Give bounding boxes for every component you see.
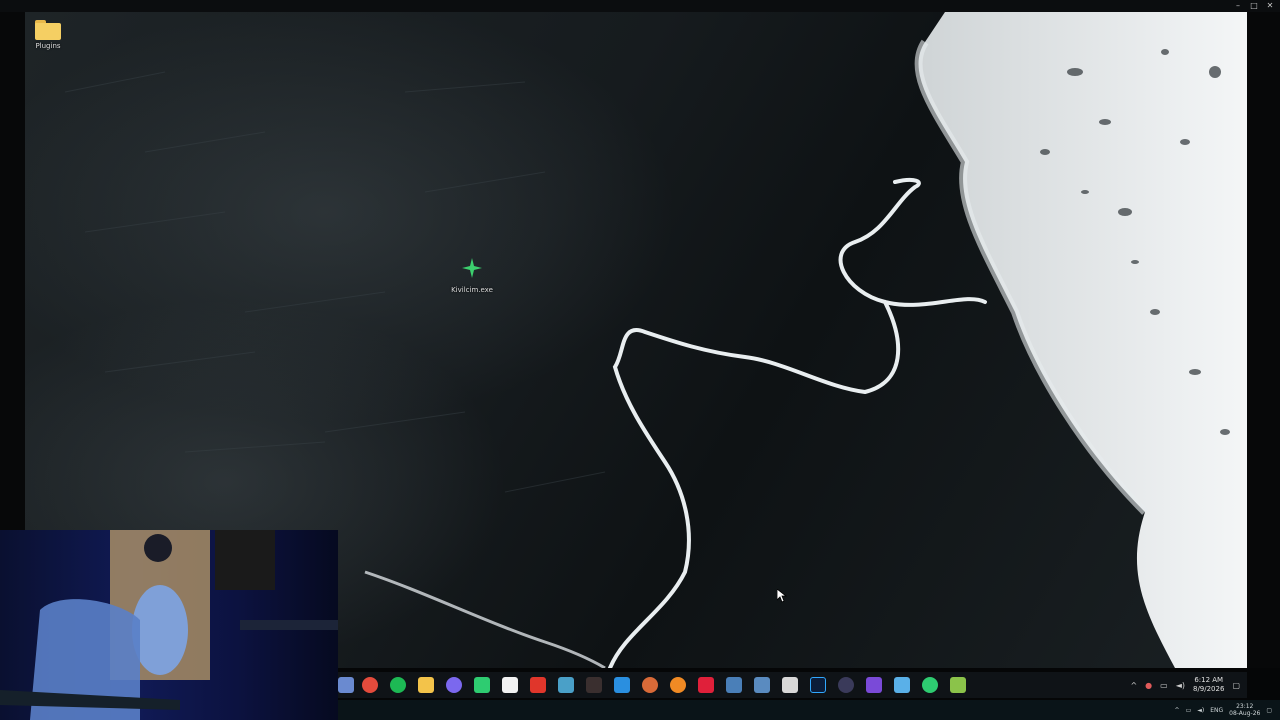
desktop-icon-label: Plugins bbox=[35, 42, 61, 50]
maximize-icon[interactable]: □ bbox=[1250, 0, 1258, 12]
sparkle-app-icon[interactable] bbox=[642, 677, 658, 693]
outer-titlebar: – □ ✕ bbox=[0, 0, 1280, 12]
game-icon[interactable] bbox=[558, 677, 574, 693]
host-system-tray: ^ ▭ ◄) ENG 23:12 08-Aug-26 ▢ bbox=[1175, 700, 1272, 720]
taskbar bbox=[338, 672, 1247, 698]
mouse-cursor-icon bbox=[777, 589, 787, 603]
volume-icon[interactable]: ◄) bbox=[1176, 681, 1185, 690]
chrome-icon[interactable] bbox=[362, 677, 378, 693]
close-icon[interactable]: ✕ bbox=[1266, 0, 1274, 12]
notification-icon[interactable]: ▢ bbox=[1266, 707, 1272, 714]
cloud-icon[interactable] bbox=[894, 677, 910, 693]
red-app-icon[interactable] bbox=[530, 677, 546, 693]
window-controls: – □ ✕ bbox=[1234, 0, 1274, 12]
blue-app-icon[interactable] bbox=[726, 677, 742, 693]
red-square-icon[interactable] bbox=[698, 677, 714, 693]
discord-icon[interactable] bbox=[446, 677, 462, 693]
network-icon[interactable]: ▭ bbox=[1186, 707, 1192, 714]
vpn-icon[interactable] bbox=[866, 677, 882, 693]
app-icon[interactable] bbox=[586, 677, 602, 693]
notion-icon[interactable] bbox=[502, 677, 518, 693]
folder-icon bbox=[35, 20, 61, 40]
file-explorer-icon[interactable] bbox=[418, 677, 434, 693]
chevron-up-icon[interactable]: ^ bbox=[1130, 681, 1137, 690]
host-clock[interactable]: 23:12 08-Aug-26 bbox=[1229, 703, 1260, 717]
right-margin bbox=[1247, 12, 1280, 668]
spotify-icon[interactable] bbox=[390, 677, 406, 693]
pen-icon[interactable] bbox=[338, 677, 354, 693]
desktop-icon-label: Kivilcim.exe bbox=[451, 286, 493, 294]
green-star-icon[interactable] bbox=[922, 677, 938, 693]
language-indicator[interactable]: ENG bbox=[1210, 707, 1223, 714]
photoshop-icon[interactable] bbox=[810, 677, 826, 693]
volume-icon[interactable]: ◄) bbox=[1197, 707, 1204, 714]
host-taskbar bbox=[338, 700, 1280, 720]
host-clock-time: 23:12 bbox=[1236, 703, 1254, 710]
window-icon[interactable] bbox=[782, 677, 798, 693]
clock-time: 6:12 AM bbox=[1194, 676, 1224, 684]
chevron-up-icon[interactable]: ^ bbox=[1175, 707, 1180, 714]
system-tray: ^ ● ▭ ◄) 6:12 AM 8/9/2026 ▢ bbox=[1130, 674, 1240, 696]
clock-date: 8/9/2026 bbox=[1192, 685, 1225, 693]
browser-icon[interactable] bbox=[614, 677, 630, 693]
notification-icon[interactable]: ▢ bbox=[1232, 681, 1240, 690]
webcam-feed bbox=[0, 530, 338, 720]
minimize-icon[interactable]: – bbox=[1234, 0, 1242, 12]
taskbar-clock[interactable]: 6:12 AM 8/9/2026 bbox=[1193, 676, 1224, 694]
desktop-icon-plugins[interactable]: Plugins bbox=[25, 20, 78, 50]
left-margin bbox=[0, 12, 25, 530]
desktop-icon-kivilcim[interactable]: Kivilcim.exe bbox=[442, 256, 502, 294]
sparkle-icon bbox=[462, 258, 482, 278]
cube-icon[interactable] bbox=[950, 677, 966, 693]
blue-box-icon[interactable] bbox=[754, 677, 770, 693]
host-clock-date: 08-Aug-26 bbox=[1229, 710, 1261, 717]
microphone-icon[interactable]: ● bbox=[1145, 681, 1152, 690]
green-app-icon[interactable] bbox=[474, 677, 490, 693]
orange-app-icon[interactable] bbox=[670, 677, 686, 693]
network-icon[interactable]: ▭ bbox=[1160, 681, 1168, 690]
webcam-overlay bbox=[0, 530, 338, 720]
circle-app-icon[interactable] bbox=[838, 677, 854, 693]
